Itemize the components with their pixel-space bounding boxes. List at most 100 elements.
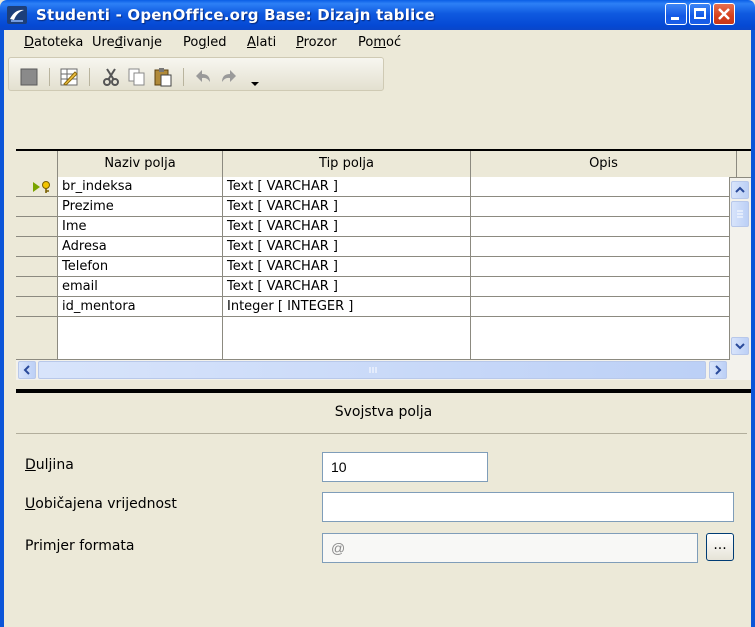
- scroll-up-button[interactable]: [731, 181, 749, 199]
- table-row-new[interactable]: [16, 317, 751, 360]
- scroll-down-button[interactable]: [731, 337, 749, 355]
- menu-pomoc[interactable]: Pomoć: [358, 35, 401, 50]
- toolbar-more-icon[interactable]: [245, 67, 265, 87]
- window-frame-left: [0, 94, 4, 627]
- field-type-cell[interactable]: Text [ VARCHAR ]: [223, 217, 471, 237]
- row-header[interactable]: [16, 277, 58, 297]
- grip-icon: [737, 210, 743, 218]
- menu-pogled[interactable]: Pogled: [183, 35, 226, 50]
- toolbar-separator: [183, 68, 184, 86]
- menu-uredivanje[interactable]: Uređivanje: [92, 35, 162, 50]
- field-type-cell[interactable]: Text [ VARCHAR ]: [223, 277, 471, 297]
- length-label: Duljina: [25, 457, 74, 473]
- field-name-cell[interactable]: [58, 317, 223, 360]
- table-row[interactable]: Ime Text [ VARCHAR ]: [16, 217, 751, 237]
- field-name-cell[interactable]: Prezime: [58, 197, 223, 217]
- table-row[interactable]: Prezime Text [ VARCHAR ]: [16, 197, 751, 217]
- format-example-field: [322, 533, 698, 563]
- chevron-right-icon: [715, 365, 722, 375]
- menu-prozor[interactable]: Prozor: [296, 35, 337, 50]
- horizontal-scrollbar[interactable]: [16, 360, 751, 380]
- table-row[interactable]: id_mentora Integer [ INTEGER ]: [16, 297, 751, 317]
- field-description-cell[interactable]: [471, 317, 730, 360]
- redo-icon[interactable]: [219, 67, 239, 87]
- title-bar[interactable]: Studenti - OpenOffice.org Base: Dizajn t…: [0, 0, 755, 30]
- maximize-button[interactable]: [689, 3, 711, 25]
- divider: [16, 433, 747, 434]
- field-name-cell[interactable]: Ime: [58, 217, 223, 237]
- length-field[interactable]: [322, 452, 488, 482]
- grid-header: Naziv polja Tip polja Opis: [16, 151, 751, 178]
- menu-datoteka[interactable]: Datoteka: [24, 35, 83, 50]
- window-frame-right: [751, 94, 755, 627]
- paste-icon[interactable]: [153, 67, 173, 87]
- field-name-cell[interactable]: Adresa: [58, 237, 223, 257]
- chevron-left-icon: [23, 365, 30, 375]
- table-row[interactable]: email Text [ VARCHAR ]: [16, 277, 751, 297]
- close-button[interactable]: [713, 3, 735, 25]
- default-value-label: Uobičajena vrijednost: [25, 496, 177, 512]
- field-type-cell[interactable]: Text [ VARCHAR ]: [223, 177, 471, 197]
- row-header[interactable]: [16, 257, 58, 277]
- toolbar-separator: [49, 68, 50, 86]
- toolbar-strip: [8, 57, 384, 91]
- menu-alati[interactable]: Alati: [247, 35, 276, 50]
- pane-splitter[interactable]: [16, 389, 751, 393]
- field-type-cell[interactable]: [223, 317, 471, 360]
- field-description-cell[interactable]: [471, 277, 730, 297]
- menu-bar: Datoteka Uređivanje Pogled Alati Prozor …: [0, 30, 755, 54]
- row-header[interactable]: [16, 297, 58, 317]
- row-header[interactable]: [16, 237, 58, 257]
- chevron-down-icon: [735, 343, 745, 350]
- format-example-label: Primjer formata: [25, 538, 135, 554]
- field-name-cell[interactable]: email: [58, 277, 223, 297]
- field-description-cell[interactable]: [471, 197, 730, 217]
- close-icon: [718, 8, 730, 20]
- horizontal-scroll-thumb[interactable]: [38, 361, 706, 379]
- column-header-name[interactable]: Naziv polja: [58, 151, 223, 177]
- field-description-cell[interactable]: [471, 217, 730, 237]
- save-icon[interactable]: [19, 67, 39, 87]
- chevron-up-icon: [735, 186, 745, 193]
- table-row[interactable]: Adresa Text [ VARCHAR ]: [16, 237, 751, 257]
- field-type-cell[interactable]: Integer [ INTEGER ]: [223, 297, 471, 317]
- field-description-cell[interactable]: [471, 177, 730, 197]
- column-header-description[interactable]: Opis: [471, 151, 737, 177]
- field-type-cell[interactable]: Text [ VARCHAR ]: [223, 257, 471, 277]
- format-options-button[interactable]: ...: [706, 533, 734, 561]
- field-grid: Naziv polja Tip polja Opis br_indeksa Te…: [16, 151, 751, 369]
- scroll-right-button[interactable]: [709, 361, 727, 379]
- column-header-type[interactable]: Tip polja: [223, 151, 471, 177]
- field-type-cell[interactable]: Text [ VARCHAR ]: [223, 197, 471, 217]
- minimize-icon: [671, 17, 679, 20]
- row-header[interactable]: [16, 197, 58, 217]
- bottom-area: [4, 594, 751, 627]
- field-name-cell[interactable]: Telefon: [58, 257, 223, 277]
- toolbar-separator: [89, 68, 90, 86]
- table-design-icon[interactable]: [59, 67, 79, 87]
- field-properties-title: Svojstva polja: [334, 404, 433, 420]
- undo-icon[interactable]: [193, 67, 213, 87]
- field-type-cell[interactable]: Text [ VARCHAR ]: [223, 237, 471, 257]
- field-name-cell[interactable]: id_mentora: [58, 297, 223, 317]
- row-header-corner: [16, 151, 58, 177]
- cut-icon[interactable]: [101, 67, 121, 87]
- app-window: Studenti - OpenOffice.org Base: Dizajn t…: [0, 0, 755, 627]
- openoffice-logo-icon: [7, 6, 27, 24]
- vertical-scrollbar[interactable]: [730, 178, 751, 369]
- field-description-cell[interactable]: [471, 237, 730, 257]
- row-header[interactable]: [16, 317, 58, 360]
- copy-icon[interactable]: [127, 67, 147, 87]
- minimize-button[interactable]: [665, 3, 687, 25]
- field-description-cell[interactable]: [471, 297, 730, 317]
- table-row[interactable]: Telefon Text [ VARCHAR ]: [16, 257, 751, 277]
- scroll-left-button[interactable]: [18, 361, 36, 379]
- default-value-field[interactable]: [322, 492, 734, 522]
- field-name-cell[interactable]: br_indeksa: [58, 177, 223, 197]
- field-description-cell[interactable]: [471, 257, 730, 277]
- table-row[interactable]: br_indeksa Text [ VARCHAR ]: [16, 177, 751, 197]
- maximize-icon: [694, 8, 706, 19]
- row-header[interactable]: [16, 177, 58, 197]
- scroll-thumb[interactable]: [731, 201, 749, 227]
- row-header[interactable]: [16, 217, 58, 237]
